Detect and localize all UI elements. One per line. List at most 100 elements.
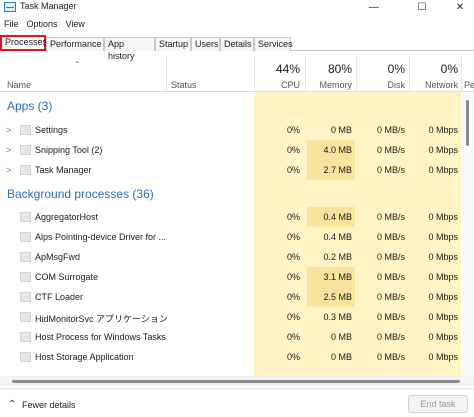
disk-cell: 0 MB/s	[376, 145, 405, 155]
column-divider	[305, 56, 306, 92]
process-name: CTF Loader	[35, 292, 84, 302]
memory-cell: 2.7 MB	[307, 160, 355, 180]
process-row[interactable]: Alps Pointing-device Driver for ... 0% 0…	[0, 227, 474, 247]
maximize-button[interactable]: ☐	[408, 0, 436, 14]
memory-cell: 0 MB	[330, 125, 352, 135]
memory-cell: 0.4 MB	[323, 232, 352, 242]
end-task-button[interactable]: End task	[408, 395, 468, 413]
task-manager-window: Task Manager — ☐ ✕ File Options View Pro…	[0, 0, 474, 417]
memory-cell: 0 MB	[330, 352, 352, 362]
cpu-cell: 0%	[286, 272, 300, 282]
disk-cell: 0 MB/s	[376, 352, 405, 362]
process-name: Alps Pointing-device Driver for ...	[35, 232, 167, 242]
memory-cell: 0.2 MB	[323, 252, 352, 262]
column-disk-header[interactable]: Disk	[358, 80, 406, 90]
memory-cell: 3.1 MB	[307, 267, 355, 287]
cpu-cell: 0%	[286, 165, 300, 175]
process-row[interactable]: CTF Loader 0% 2.5 MB 0 MB/s 0 Mbps	[0, 287, 474, 307]
column-header: ⌃ Name Status 44% CPU 80% Memory 0% Disk…	[0, 56, 474, 92]
network-total-percent[interactable]: 0%	[411, 62, 458, 76]
tab-bar: Processes Performance App history Startu…	[0, 35, 474, 61]
column-power-header[interactable]: Pe	[464, 80, 474, 90]
column-memory-header[interactable]: Memory	[307, 80, 352, 90]
menu-bar: File Options View	[0, 17, 89, 31]
disk-cell: 0 MB/s	[376, 312, 405, 322]
cpu-cell: 0%	[286, 145, 300, 155]
cpu-total-percent[interactable]: 44%	[256, 62, 300, 76]
tab-startup[interactable]: Startup	[155, 37, 191, 51]
process-row[interactable]: > Snipping Tool (2) 0% 4.0 MB 0 MB/s 0 M…	[0, 140, 474, 160]
column-name-header[interactable]: Name	[7, 80, 31, 90]
window-title: Task Manager	[20, 1, 77, 11]
cpu-cell: 0%	[286, 232, 300, 242]
process-row[interactable]: Host Process for Windows Tasks 0% 0 MB 0…	[0, 327, 474, 347]
sort-up-icon[interactable]: ⌃	[74, 60, 81, 69]
disk-cell: 0 MB/s	[376, 212, 405, 222]
minimize-button[interactable]: —	[360, 0, 388, 14]
memory-cell: 4.0 MB	[307, 140, 355, 160]
title-bar: Task Manager — ☐ ✕	[0, 0, 474, 14]
tab-app-history[interactable]: App history	[104, 37, 155, 61]
vertical-scroll-thumb[interactable]	[466, 100, 469, 146]
disk-cell: 0 MB/s	[376, 252, 405, 262]
tab-users[interactable]: Users	[191, 37, 220, 51]
process-row[interactable]: > Task Manager 0% 2.7 MB 0 MB/s 0 Mbps	[0, 160, 474, 180]
fewer-details-link[interactable]: Fewer details	[22, 400, 76, 410]
column-divider	[166, 56, 167, 92]
process-icon	[20, 212, 31, 222]
menu-file[interactable]: File	[0, 17, 23, 31]
column-divider	[461, 56, 462, 92]
disk-total-percent[interactable]: 0%	[358, 62, 405, 76]
cpu-cell: 0%	[286, 212, 300, 222]
column-cpu-header[interactable]: CPU	[256, 80, 300, 90]
process-name: Task Manager	[35, 165, 92, 175]
network-cell: 0 Mbps	[428, 272, 458, 282]
memory-cell: 0.4 MB	[307, 207, 355, 227]
network-cell: 0 Mbps	[428, 165, 458, 175]
memory-cell: 0 MB	[330, 332, 352, 342]
disk-cell: 0 MB/s	[376, 292, 405, 302]
menu-options[interactable]: Options	[23, 17, 62, 31]
process-icon	[20, 252, 31, 262]
tab-processes[interactable]: Processes	[0, 35, 47, 51]
process-row[interactable]: ApMsgFwd 0% 0.2 MB 0 MB/s 0 Mbps	[0, 247, 474, 267]
column-status-header[interactable]: Status	[171, 80, 197, 90]
network-cell: 0 Mbps	[428, 232, 458, 242]
network-cell: 0 Mbps	[428, 332, 458, 342]
memory-cell: 0.3 MB	[323, 312, 352, 322]
process-row[interactable]: HidMonitorSvc アプリケーション 0% 0.3 MB 0 MB/s …	[0, 307, 474, 327]
close-button[interactable]: ✕	[446, 0, 474, 14]
column-network-header[interactable]: Network	[411, 80, 458, 90]
horizontal-scroll-thumb[interactable]	[12, 380, 460, 383]
process-name: COM Surrogate	[35, 272, 99, 282]
tab-performance[interactable]: Performance	[46, 37, 104, 51]
process-row[interactable]: AggregatorHost 0% 0.4 MB 0 MB/s 0 Mbps	[0, 207, 474, 227]
process-name: Host Process for Windows Tasks	[35, 332, 166, 342]
process-icon	[20, 332, 31, 342]
tab-details[interactable]: Details	[220, 37, 254, 51]
chevron-right-icon[interactable]: >	[6, 165, 11, 175]
cpu-cell: 0%	[286, 252, 300, 262]
memory-total-percent[interactable]: 80%	[307, 62, 352, 76]
process-name: Settings	[35, 125, 68, 135]
network-cell: 0 Mbps	[428, 292, 458, 302]
task-manager-icon	[4, 2, 16, 12]
process-icon	[20, 292, 31, 302]
process-name: Host Storage Application	[35, 352, 134, 362]
chevron-right-icon[interactable]: >	[6, 125, 11, 135]
process-row[interactable]: Host Storage Application 0% 0 MB 0 MB/s …	[0, 347, 474, 367]
process-name: Snipping Tool (2)	[35, 145, 103, 155]
process-list: Apps (3) > Settings 0% 0 MB 0 MB/s 0 Mbp…	[0, 92, 474, 376]
cpu-cell: 0%	[286, 125, 300, 135]
tab-services[interactable]: Services	[254, 37, 293, 51]
process-row[interactable]: COM Surrogate 0% 3.1 MB 0 MB/s 0 Mbps	[0, 267, 474, 287]
menu-view[interactable]: View	[62, 17, 89, 31]
disk-cell: 0 MB/s	[376, 165, 405, 175]
cpu-cell: 0%	[286, 312, 300, 322]
chevron-right-icon[interactable]: >	[6, 145, 11, 155]
section-header-background: Background processes (36)	[0, 184, 460, 204]
disk-cell: 0 MB/s	[376, 232, 405, 242]
process-row[interactable]: > Settings 0% 0 MB 0 MB/s 0 Mbps	[0, 120, 474, 140]
chevron-up-icon[interactable]: ⌃	[8, 399, 16, 410]
network-cell: 0 Mbps	[428, 352, 458, 362]
